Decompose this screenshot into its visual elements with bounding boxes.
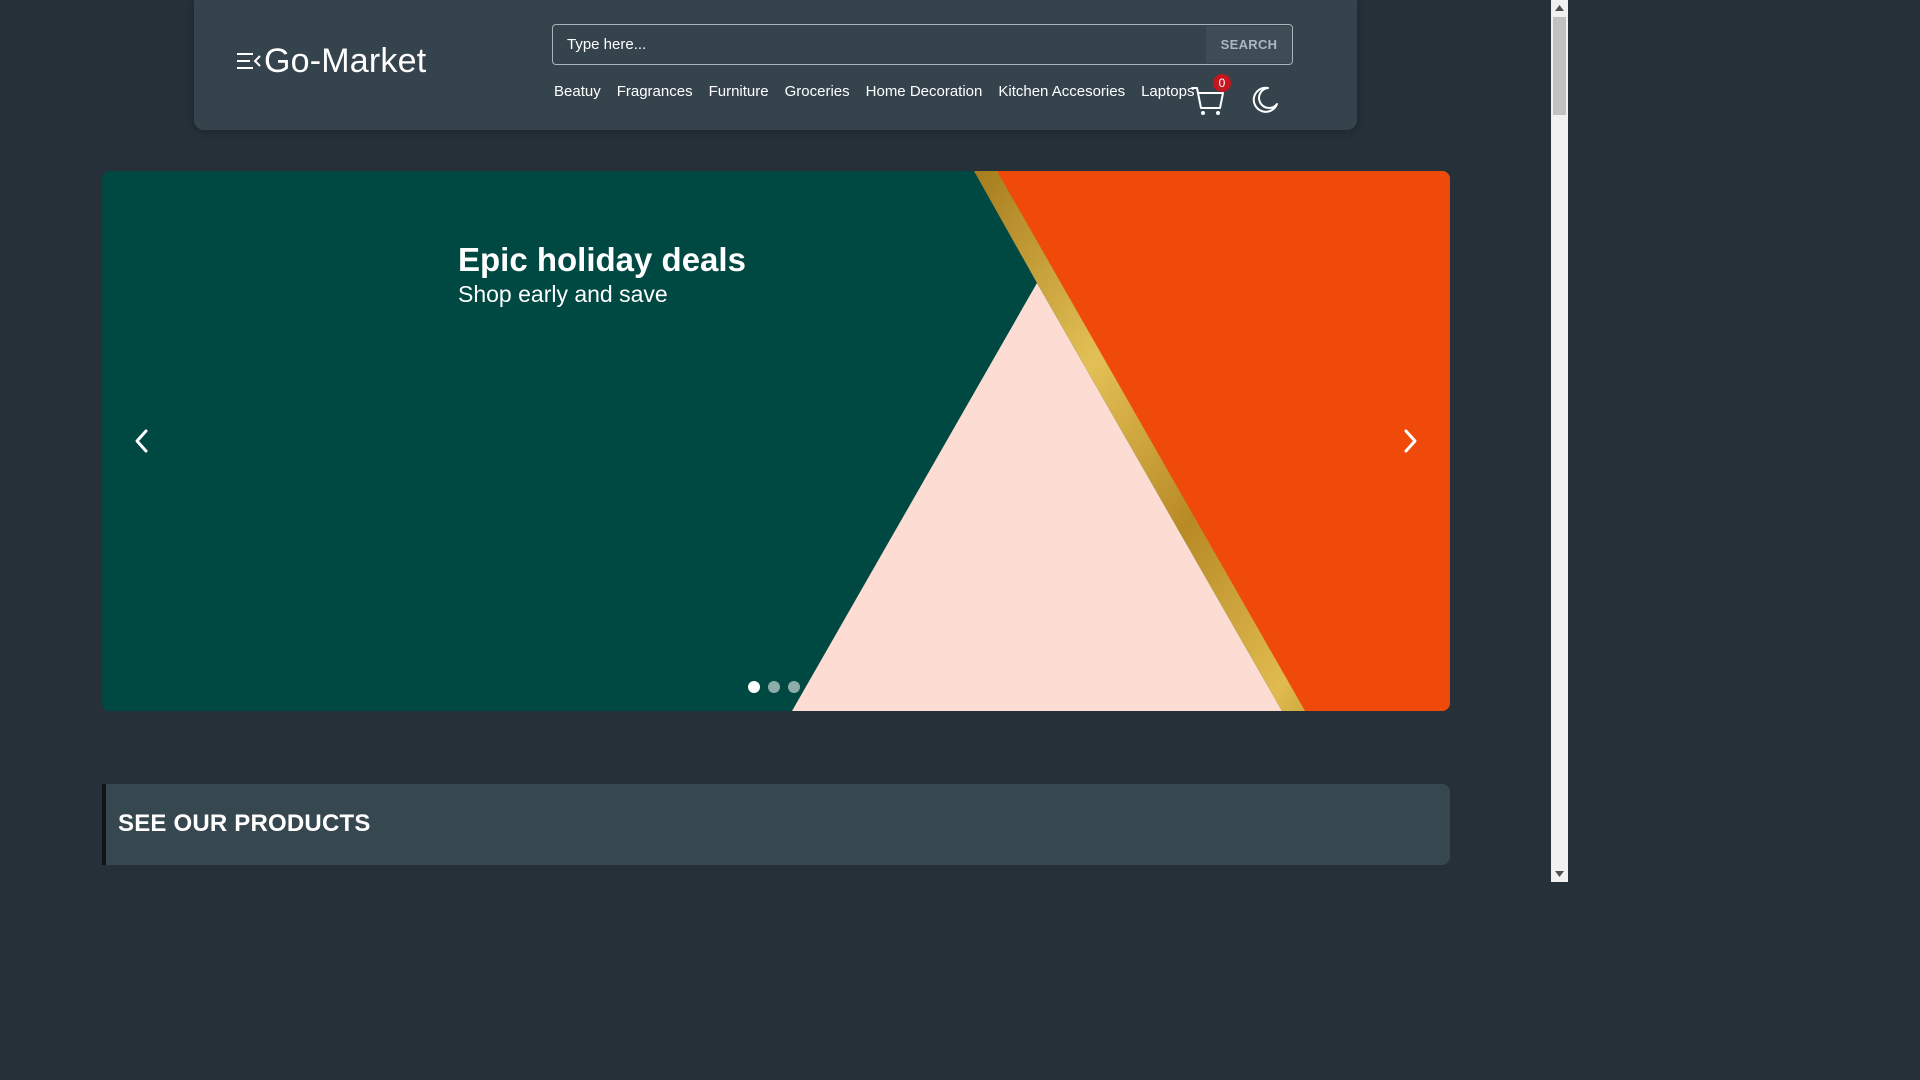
carousel-dot-2[interactable] (768, 681, 780, 693)
carousel-prev-button[interactable] (126, 425, 158, 457)
vertical-scrollbar[interactable] (1551, 0, 1568, 882)
scroll-down-arrow-icon[interactable] (1551, 866, 1568, 882)
cart-count-badge: 0 (1213, 74, 1231, 92)
nav-link-home-decoration[interactable]: Home Decoration (866, 82, 983, 102)
site-header: Go-Market SEARCH Beatuy Fragrances Furni… (194, 0, 1357, 130)
search-button[interactable]: SEARCH (1206, 26, 1292, 63)
carousel-dot-1[interactable] (748, 681, 760, 693)
nav-link-laptops[interactable]: Laptops (1141, 82, 1194, 102)
brand-name[interactable]: Go-Market (264, 41, 426, 81)
search-input[interactable] (553, 25, 1206, 64)
page: Go-Market SEARCH Beatuy Fragrances Furni… (0, 0, 1551, 882)
products-section-header: SEE OUR PRODUCTS (102, 784, 1450, 865)
banner-subtitle: Shop early and save (458, 281, 668, 307)
scroll-up-arrow-icon[interactable] (1551, 0, 1568, 16)
menu-collapse-icon[interactable] (236, 50, 262, 72)
chevron-left-icon (135, 429, 148, 453)
moon-icon[interactable] (1250, 84, 1280, 114)
nav-link-fragrances[interactable]: Fragrances (617, 82, 693, 102)
nav-link-kitchen-accessories[interactable]: Kitchen Accesories (998, 82, 1125, 102)
carousel-dot-3[interactable] (788, 681, 800, 693)
banner-title: Epic holiday deals (458, 241, 746, 278)
section-title: SEE OUR PRODUCTS (118, 810, 371, 837)
brand[interactable]: Go-Market (236, 40, 426, 82)
nav-link-groceries[interactable]: Groceries (785, 82, 850, 102)
carousel-indicators (748, 681, 800, 693)
chevron-right-icon (1404, 429, 1417, 453)
category-nav: Beatuy Fragrances Furniture Groceries Ho… (554, 82, 1194, 102)
scrollbar-thumb[interactable] (1553, 17, 1566, 115)
search-bar: SEARCH (552, 24, 1293, 65)
hero-carousel: Epic holiday deals Shop early and save (102, 171, 1450, 711)
holiday-banner-image (102, 171, 1450, 711)
nav-link-furniture[interactable]: Furniture (709, 82, 769, 102)
nav-link-beauty[interactable]: Beatuy (554, 82, 601, 102)
carousel-next-button[interactable] (1394, 425, 1426, 457)
